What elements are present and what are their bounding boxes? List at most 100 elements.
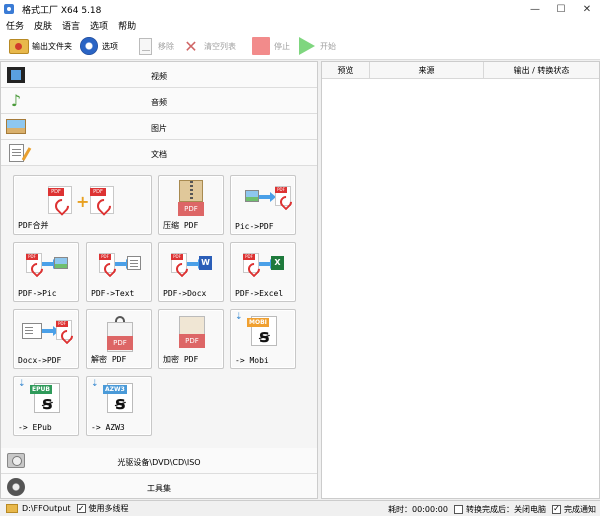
tool-pdf-to-text[interactable]: PDF->Text — [86, 242, 152, 302]
pdf-icon — [90, 186, 114, 214]
arrow-right-icon — [259, 259, 276, 269]
tool-encrypt-pdf[interactable]: PDF 加密 PDF — [158, 309, 224, 369]
options-button[interactable]: 选项 — [78, 34, 118, 58]
folder-icon — [6, 504, 18, 513]
image-icon — [245, 190, 259, 202]
tool-label: PDF->Text — [91, 289, 135, 298]
clear-list-label: 清空列表 — [204, 41, 236, 51]
archive-icon — [179, 180, 203, 202]
notify-checkbox[interactable]: ✓ — [552, 504, 561, 514]
snake-logo-icon: ꞩ — [259, 326, 270, 347]
arrow-right-icon — [42, 259, 59, 269]
menu-task[interactable]: 任务 — [6, 19, 24, 32]
category-document[interactable]: 文档 — [1, 140, 317, 166]
stop-label: 停止 — [274, 41, 290, 51]
options-label: 选项 — [102, 41, 118, 51]
category-audio-label: 音频 — [151, 98, 167, 107]
clear-list-button[interactable]: ✕ 清空列表 — [180, 34, 236, 58]
remove-icon — [134, 36, 156, 56]
menu-help[interactable]: 帮助 — [118, 19, 136, 32]
column-source[interactable]: 来源 — [370, 62, 484, 79]
category-picture[interactable]: 图片 — [1, 114, 317, 140]
tool-label: PDF->Excel — [235, 289, 284, 298]
category-video-label: 视频 — [151, 72, 167, 81]
excel-icon: X — [271, 256, 284, 270]
tool-to-azw3[interactable]: ⇣ AZW3 ꞩ -> AZW3 — [86, 376, 152, 436]
download-arrow-icon: ⇣ — [18, 379, 26, 389]
tool-label: -> Mobi — [235, 356, 269, 365]
tool-pdf-merge[interactable]: + PDF合并 — [13, 175, 152, 235]
snake-logo-icon: ꞩ — [115, 393, 126, 414]
docx-icon — [22, 323, 42, 339]
image-icon — [54, 257, 68, 269]
pdf-badge-icon: PDF — [107, 336, 133, 350]
download-arrow-icon: ⇣ — [235, 312, 243, 322]
start-button[interactable]: 开始 — [296, 34, 336, 58]
column-output-status[interactable]: 输出 / 转换状态 — [484, 62, 599, 79]
category-rom-device[interactable]: 光驱设备\DVD\CD\ISO — [1, 448, 317, 474]
tool-label: -> EPub — [18, 423, 52, 432]
tool-label: Docx->PDF — [18, 356, 62, 365]
plus-icon: + — [76, 192, 90, 211]
tool-label: -> AZW3 — [91, 423, 125, 432]
multithread-checkbox[interactable]: ✓ — [76, 504, 86, 513]
remove-label: 移除 — [158, 41, 174, 51]
column-preview[interactable]: 预览 — [322, 62, 370, 79]
tool-label: PDF->Docx — [163, 289, 207, 298]
menu-options[interactable]: 选项 — [90, 19, 108, 32]
remove-button[interactable]: 移除 — [134, 34, 174, 58]
window-controls: — ☐ ✕ — [522, 0, 600, 18]
output-folder-label: 输出文件夹 — [32, 41, 72, 51]
category-document-label: 文档 — [151, 150, 167, 159]
after-convert-checkbox[interactable] — [454, 504, 463, 514]
menu-skin[interactable]: 皮肤 — [34, 19, 52, 32]
elapsed-time: 耗时：00:00:00 — [388, 504, 448, 514]
notify-label: 完成通知 — [564, 504, 596, 514]
output-path[interactable]: D:\FFOutput — [22, 504, 71, 513]
pdf-icon — [171, 253, 187, 273]
category-toolbox[interactable]: 工具集 — [1, 474, 317, 498]
arrow-right-icon — [115, 259, 132, 269]
pdf-icon — [243, 253, 259, 273]
tool-pdf-to-pic[interactable]: PDF->Pic — [13, 242, 79, 302]
download-arrow-icon: ⇣ — [91, 379, 99, 389]
tool-to-epub[interactable]: ⇣ EPUB ꞩ -> EPub — [13, 376, 79, 436]
arrow-right-icon — [259, 192, 276, 202]
category-panel: 视频 ♪ 音频 图片 文档 + PDF合并 PDF 压缩 PDF Pic->PD… — [0, 61, 318, 499]
category-video[interactable]: 视频 — [1, 62, 317, 88]
task-list[interactable]: 预览 来源 输出 / 转换状态 — [321, 61, 600, 499]
window-title: 格式工厂 X64 5.18 — [22, 5, 102, 16]
category-rom-label: 光驱设备\DVD\CD\ISO — [117, 458, 201, 467]
tool-pic-to-pdf[interactable]: Pic->PDF — [230, 175, 296, 235]
tool-docx-to-pdf[interactable]: Docx->PDF — [13, 309, 79, 369]
tool-decrypt-pdf[interactable]: PDF 解密 PDF — [86, 309, 152, 369]
pdf-icon — [275, 186, 291, 206]
close-button[interactable]: ✕ — [574, 0, 600, 18]
menu-language[interactable]: 语言 — [62, 19, 80, 32]
tool-pdf-to-docx[interactable]: W PDF->Docx — [158, 242, 224, 302]
maximize-button[interactable]: ☐ — [548, 0, 574, 18]
stop-button[interactable]: 停止 — [250, 34, 290, 58]
output-folder-button[interactable]: 输出文件夹 — [8, 34, 72, 58]
pdf-icon — [26, 253, 42, 273]
app-icon — [4, 4, 14, 14]
task-list-header: 预览 来源 输出 / 转换状态 — [322, 62, 599, 79]
document-tools-grid: + PDF合并 PDF 压缩 PDF Pic->PDF PDF->Pic PDF… — [1, 167, 317, 448]
tool-to-mobi[interactable]: ⇣ MOBI ꞩ -> Mobi — [230, 309, 296, 369]
tool-label: Pic->PDF — [235, 222, 274, 231]
text-file-icon — [127, 256, 141, 270]
tool-label: 压缩 PDF — [163, 221, 199, 230]
category-audio[interactable]: ♪ 音频 — [1, 88, 317, 114]
word-icon: W — [199, 256, 212, 270]
options-icon — [78, 36, 100, 56]
category-toolbox-label: 工具集 — [147, 484, 171, 493]
tool-label: PDF合并 — [18, 221, 49, 230]
snake-logo-icon: ꞩ — [42, 393, 53, 414]
status-right: 耗时：00:00:00 转换完成后：关闭电脑 ✓ 完成通知 — [388, 501, 596, 516]
minimize-button[interactable]: — — [522, 0, 548, 18]
tool-label: 加密 PDF — [163, 355, 199, 364]
tool-compress-pdf[interactable]: PDF 压缩 PDF — [158, 175, 224, 235]
pdf-icon — [48, 186, 72, 214]
tool-label: 解密 PDF — [91, 355, 127, 364]
tool-pdf-to-excel[interactable]: X PDF->Excel — [230, 242, 296, 302]
